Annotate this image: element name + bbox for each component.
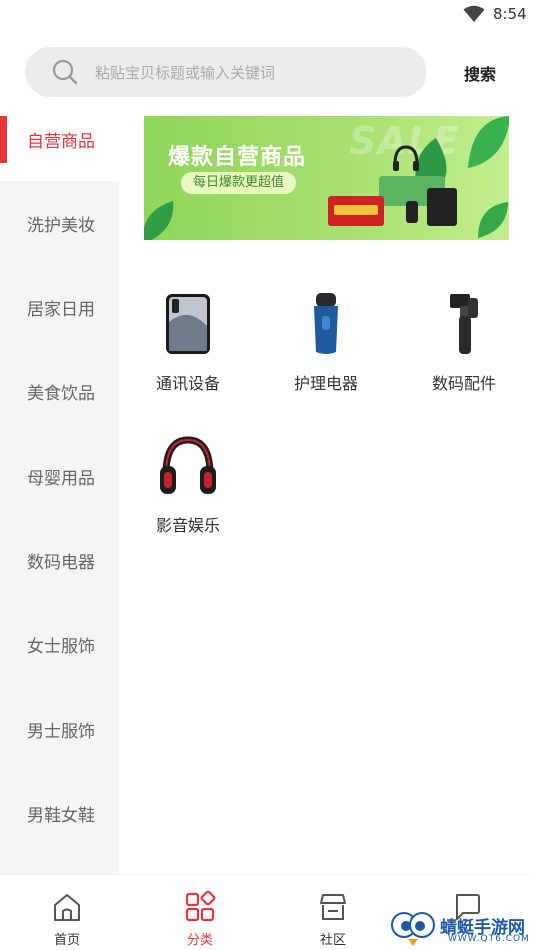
leaf-icon [468, 116, 509, 168]
tab-category[interactable]: 分类 [133, 875, 267, 950]
electric-shaver-icon [314, 293, 338, 354]
category-communication-devices[interactable]: 通讯设备 [128, 292, 248, 412]
sidebar-item-womens-clothing[interactable]: 女士服饰 [0, 602, 119, 686]
sidebar-item-food[interactable]: 美食饮品 [0, 349, 119, 433]
status-time: 8:54 [493, 5, 527, 23]
sidebar-item-shoes[interactable]: 男鞋女鞋 [0, 771, 119, 855]
tab-community[interactable]: 社区 [266, 875, 400, 950]
sidebar-item-label: 男鞋女鞋 [27, 805, 95, 826]
sidebar-item-household[interactable]: 居家日用 [0, 265, 119, 349]
search-button[interactable]: 搜索 [464, 61, 496, 85]
promo-banner[interactable]: SALE 爆款自营商品 每日爆款更超值 [144, 116, 509, 240]
subwoofer-icon [427, 188, 457, 226]
category-label: 通讯设备 [155, 374, 220, 393]
status-bar: 8:54 [0, 0, 534, 30]
category-sidebar: 自营商品 洗护美妆 居家日用 美食饮品 母婴用品 数码电器 女士服饰 男士服饰 … [0, 97, 119, 874]
speaker-icon [406, 201, 418, 223]
category-digital-accessories[interactable]: 数码配件 [404, 292, 524, 412]
tab-label: 分类 [186, 933, 213, 948]
home-icon [54, 894, 80, 921]
banner-subtitle: 每日爆款更超值 [181, 172, 297, 194]
sidebar-item-label: 自营商品 [27, 131, 95, 152]
wifi-icon [463, 5, 485, 22]
category-grid-icon [185, 891, 216, 922]
tab-label: 首页 [53, 933, 80, 948]
sidebar-item-beauty[interactable]: 洗护美妆 [0, 181, 119, 265]
headphones-icon [393, 145, 419, 171]
watermark-subtitle: WWW.QT6.COM [448, 934, 530, 944]
category-audio-entertainment[interactable]: 影音娱乐 [128, 434, 248, 554]
gimbal-stabilizer-icon [450, 294, 478, 354]
community-shop-icon [320, 894, 346, 920]
tab-label: 社区 [319, 933, 346, 948]
headphones-icon [160, 436, 216, 494]
leaf-icon [478, 202, 508, 238]
category-label: 护理电器 [293, 374, 358, 393]
sidebar-item-self-operated[interactable]: 自营商品 [0, 97, 119, 181]
search-row: 粘贴宝贝标题或输入关键词 搜索 [0, 38, 534, 104]
tab-home[interactable]: 首页 [0, 875, 134, 950]
leaf-icon [144, 201, 174, 240]
sidebar-item-digital[interactable]: 数码电器 [0, 518, 119, 602]
sidebar-item-label: 男士服饰 [27, 721, 95, 742]
category-label: 数码配件 [431, 374, 496, 393]
snack-label [334, 205, 378, 215]
site-watermark: 蜻蜓手游网 WWW.QT6.COM [388, 905, 534, 949]
sidebar-item-mens-clothing[interactable]: 男士服饰 [0, 687, 119, 771]
banner-title: 爆款自营商品 [168, 145, 307, 170]
sidebar-item-label: 美食饮品 [27, 383, 95, 404]
search-input[interactable]: 粘贴宝贝标题或输入关键词 [25, 47, 427, 97]
category-personal-care[interactable]: 护理电器 [266, 292, 386, 412]
sidebar-item-label: 数码电器 [27, 552, 95, 573]
sidebar-item-label: 母婴用品 [27, 468, 95, 489]
sidebar-item-label: 女士服饰 [27, 636, 95, 657]
sidebar-item-label: 居家日用 [27, 299, 95, 320]
smartphone-icon [166, 294, 210, 354]
search-placeholder: 粘贴宝贝标题或输入关键词 [95, 64, 276, 82]
active-indicator [0, 116, 7, 163]
sidebar-item-label: 洗护美妆 [27, 215, 95, 236]
search-icon [52, 59, 78, 85]
sidebar-item-baby[interactable]: 母婴用品 [0, 434, 119, 518]
snack-box-icon [328, 196, 384, 226]
dragonfly-logo-icon [391, 912, 435, 946]
category-label: 影音娱乐 [155, 516, 220, 535]
